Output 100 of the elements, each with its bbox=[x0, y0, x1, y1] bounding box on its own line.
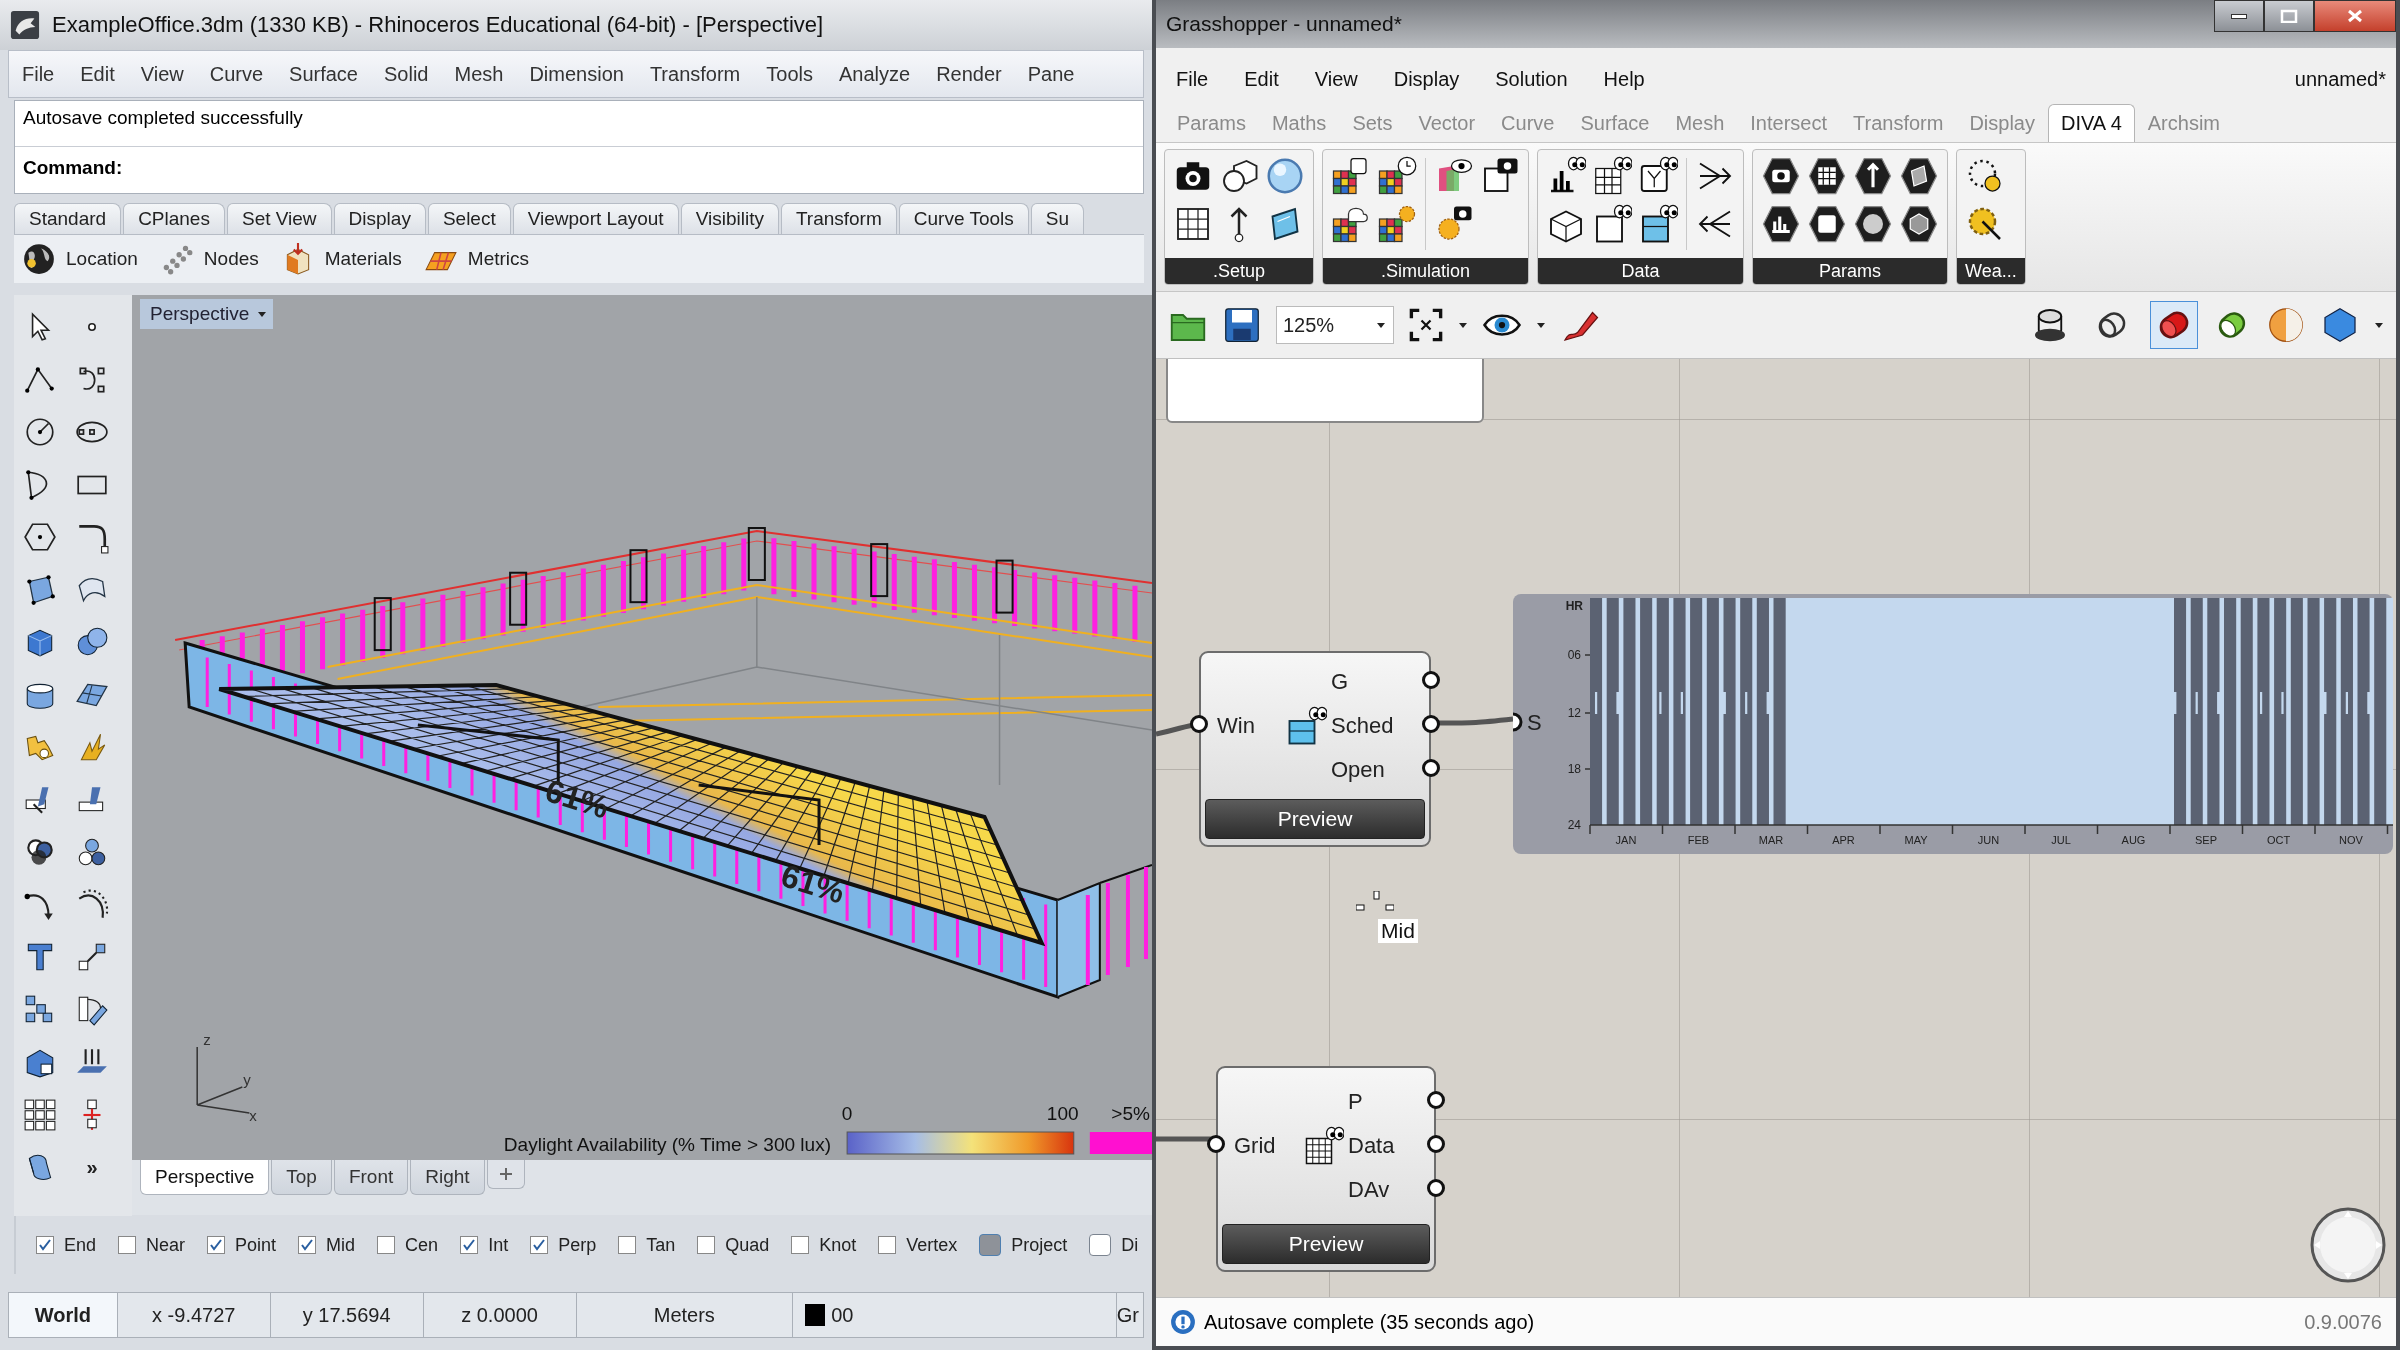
layer-cell[interactable]: 00 bbox=[793, 1293, 1117, 1337]
units-cell[interactable]: Meters bbox=[576, 1293, 794, 1337]
checkbox[interactable] bbox=[36, 1236, 54, 1254]
checkbox[interactable] bbox=[791, 1236, 810, 1254]
checkbox[interactable] bbox=[460, 1236, 479, 1254]
toolbar-button[interactable]: Metrics bbox=[423, 242, 530, 276]
menu-item[interactable]: File bbox=[9, 62, 68, 86]
canvas[interactable]: Win G Sched Open Preview Grid P Data DAv Preview S HR 06 12 18 24 JAN FEB MAR APR MAY JUN JUL AUG SEP OCT NOV Mid bbox=[1156, 359, 2396, 1297]
toolbar-tab[interactable]: Transform bbox=[780, 203, 897, 234]
checkbox[interactable] bbox=[878, 1236, 897, 1254]
checkbox[interactable] bbox=[207, 1236, 226, 1254]
display-mode-button[interactable] bbox=[2150, 301, 2198, 349]
zoom-dropdown[interactable]: 125% bbox=[1276, 306, 1394, 344]
minimize-button[interactable] bbox=[2214, 0, 2264, 32]
navigation-dial[interactable] bbox=[2308, 1205, 2388, 1285]
hexagon-icon[interactable] bbox=[1761, 204, 1801, 244]
sphere-icon[interactable] bbox=[1265, 156, 1305, 196]
view-tab[interactable]: Front bbox=[333, 1160, 409, 1195]
menu-item[interactable]: Solid bbox=[371, 62, 442, 86]
view-tab[interactable]: Top bbox=[271, 1160, 332, 1195]
view-tab[interactable]: Right bbox=[410, 1160, 485, 1195]
hexagon-icon[interactable] bbox=[1853, 204, 1893, 244]
caret-icon[interactable] bbox=[1458, 320, 1468, 330]
toolbar-tab[interactable]: Viewport Layout bbox=[512, 203, 679, 234]
view-tab[interactable]: Perspective bbox=[140, 1160, 270, 1195]
menu-item[interactable]: Pane bbox=[1014, 62, 1088, 86]
menu-item[interactable]: Display bbox=[1393, 67, 1460, 91]
menu-item[interactable]: View bbox=[127, 62, 197, 86]
zoom-extents-icon[interactable] bbox=[1408, 307, 1444, 343]
toolbar-tab[interactable]: Su bbox=[1030, 203, 1084, 234]
viewport[interactable]: 61% 61% z y x Daylight Availability (% Time > 300 lux) 0 100 >5% Perspective bbox=[132, 295, 1152, 1160]
hexagon-icon[interactable] bbox=[1899, 156, 1939, 196]
menu-item[interactable]: Solution bbox=[1495, 67, 1568, 91]
group-label[interactable]: Wea... bbox=[1957, 258, 2025, 284]
menu-item[interactable]: Curve bbox=[196, 62, 277, 86]
grid-icon[interactable] bbox=[23, 1097, 57, 1132]
toolbar-tab[interactable]: Set View bbox=[226, 203, 332, 234]
toggle-button[interactable] bbox=[1089, 1234, 1112, 1256]
viewport-title[interactable]: Perspective bbox=[140, 299, 274, 329]
menu-item[interactable]: Tools bbox=[753, 62, 826, 86]
maximize-button[interactable] bbox=[2264, 0, 2314, 32]
toolbar-tab[interactable]: Standard bbox=[14, 203, 122, 234]
hexagon-icon[interactable] bbox=[1853, 156, 1893, 196]
color-grid-icon[interactable] bbox=[1377, 204, 1417, 244]
toolbar-tab[interactable]: Curve Tools bbox=[898, 203, 1029, 234]
menu-item[interactable]: Help bbox=[1603, 67, 1645, 91]
output-port[interactable] bbox=[1427, 1179, 1445, 1197]
checkbox[interactable] bbox=[118, 1236, 137, 1254]
half-sphere-icon[interactable] bbox=[2266, 305, 2306, 345]
input-port[interactable] bbox=[1513, 712, 1523, 732]
add-tab-button[interactable] bbox=[486, 1160, 525, 1189]
caret-icon[interactable] bbox=[1536, 320, 1546, 330]
output-port[interactable] bbox=[1427, 1091, 1445, 1109]
checkbox[interactable] bbox=[530, 1236, 549, 1254]
hexagon-icon[interactable] bbox=[1807, 156, 1847, 196]
checkbox[interactable] bbox=[697, 1236, 716, 1254]
more-tools-button[interactable]: » bbox=[86, 1155, 98, 1179]
group-label[interactable]: Data bbox=[1538, 258, 1743, 284]
output-port[interactable] bbox=[1422, 715, 1440, 733]
input-port[interactable] bbox=[1190, 715, 1208, 733]
toolbar-button[interactable]: Materials bbox=[280, 242, 402, 276]
checkbox[interactable] bbox=[377, 1236, 396, 1254]
component[interactable]: Win G Sched Open Preview bbox=[1199, 651, 1431, 847]
toolbar-button[interactable]: Location bbox=[22, 242, 138, 276]
schedule-viewer[interactable]: S HR 06 12 18 24 JAN FEB MAR APR MAY JUN JUL AUG SEP OCT NOV bbox=[1513, 594, 2393, 854]
caret-icon[interactable] bbox=[2374, 320, 2384, 330]
grid-cell[interactable]: Gr bbox=[1116, 1293, 1143, 1337]
save-icon[interactable] bbox=[1222, 305, 1262, 345]
toolbar-tab[interactable]: Visibility bbox=[680, 203, 779, 234]
preview-button[interactable]: Preview bbox=[1205, 799, 1425, 839]
hexagon-icon[interactable] bbox=[1761, 156, 1801, 196]
group-label[interactable]: .Setup bbox=[1165, 258, 1313, 284]
output-port[interactable] bbox=[1422, 671, 1440, 689]
command-prompt[interactable]: Command: bbox=[15, 147, 1143, 179]
group-label[interactable]: .Simulation bbox=[1323, 258, 1528, 284]
input-port[interactable] bbox=[1207, 1135, 1225, 1153]
menu-item[interactable]: Dimension bbox=[516, 62, 637, 86]
toolbar-tab[interactable]: CPlanes bbox=[123, 203, 225, 234]
menu-item[interactable]: Mesh bbox=[441, 62, 517, 86]
group-label[interactable]: Params bbox=[1753, 258, 1947, 284]
cplane-cell[interactable]: World bbox=[9, 1293, 118, 1337]
menu-item[interactable]: Edit bbox=[1244, 67, 1279, 91]
menu-item[interactable]: File bbox=[1176, 67, 1209, 91]
preview-button[interactable]: Preview bbox=[1222, 1224, 1430, 1264]
output-port[interactable] bbox=[1427, 1135, 1445, 1153]
menu-item[interactable]: Transform bbox=[636, 62, 754, 86]
menu-item[interactable]: Render bbox=[923, 62, 1015, 86]
toolbar-tab[interactable]: Select bbox=[427, 203, 511, 234]
grid-icon[interactable] bbox=[1592, 156, 1632, 196]
menu-item[interactable]: View bbox=[1314, 67, 1358, 91]
checkbox[interactable] bbox=[298, 1236, 317, 1254]
toolbar-tab[interactable]: Display bbox=[333, 203, 426, 234]
hexagon-icon[interactable] bbox=[1807, 204, 1847, 244]
toggle-button[interactable] bbox=[979, 1234, 1002, 1256]
component[interactable]: Grid P Data DAv Preview bbox=[1216, 1066, 1436, 1272]
component-tab[interactable]: DIVA 4 bbox=[2048, 104, 2135, 142]
color-grid-icon[interactable] bbox=[1377, 156, 1417, 196]
checkbox[interactable] bbox=[618, 1236, 637, 1254]
toolbar-button[interactable]: Nodes bbox=[159, 242, 259, 276]
output-port[interactable] bbox=[1422, 759, 1440, 777]
